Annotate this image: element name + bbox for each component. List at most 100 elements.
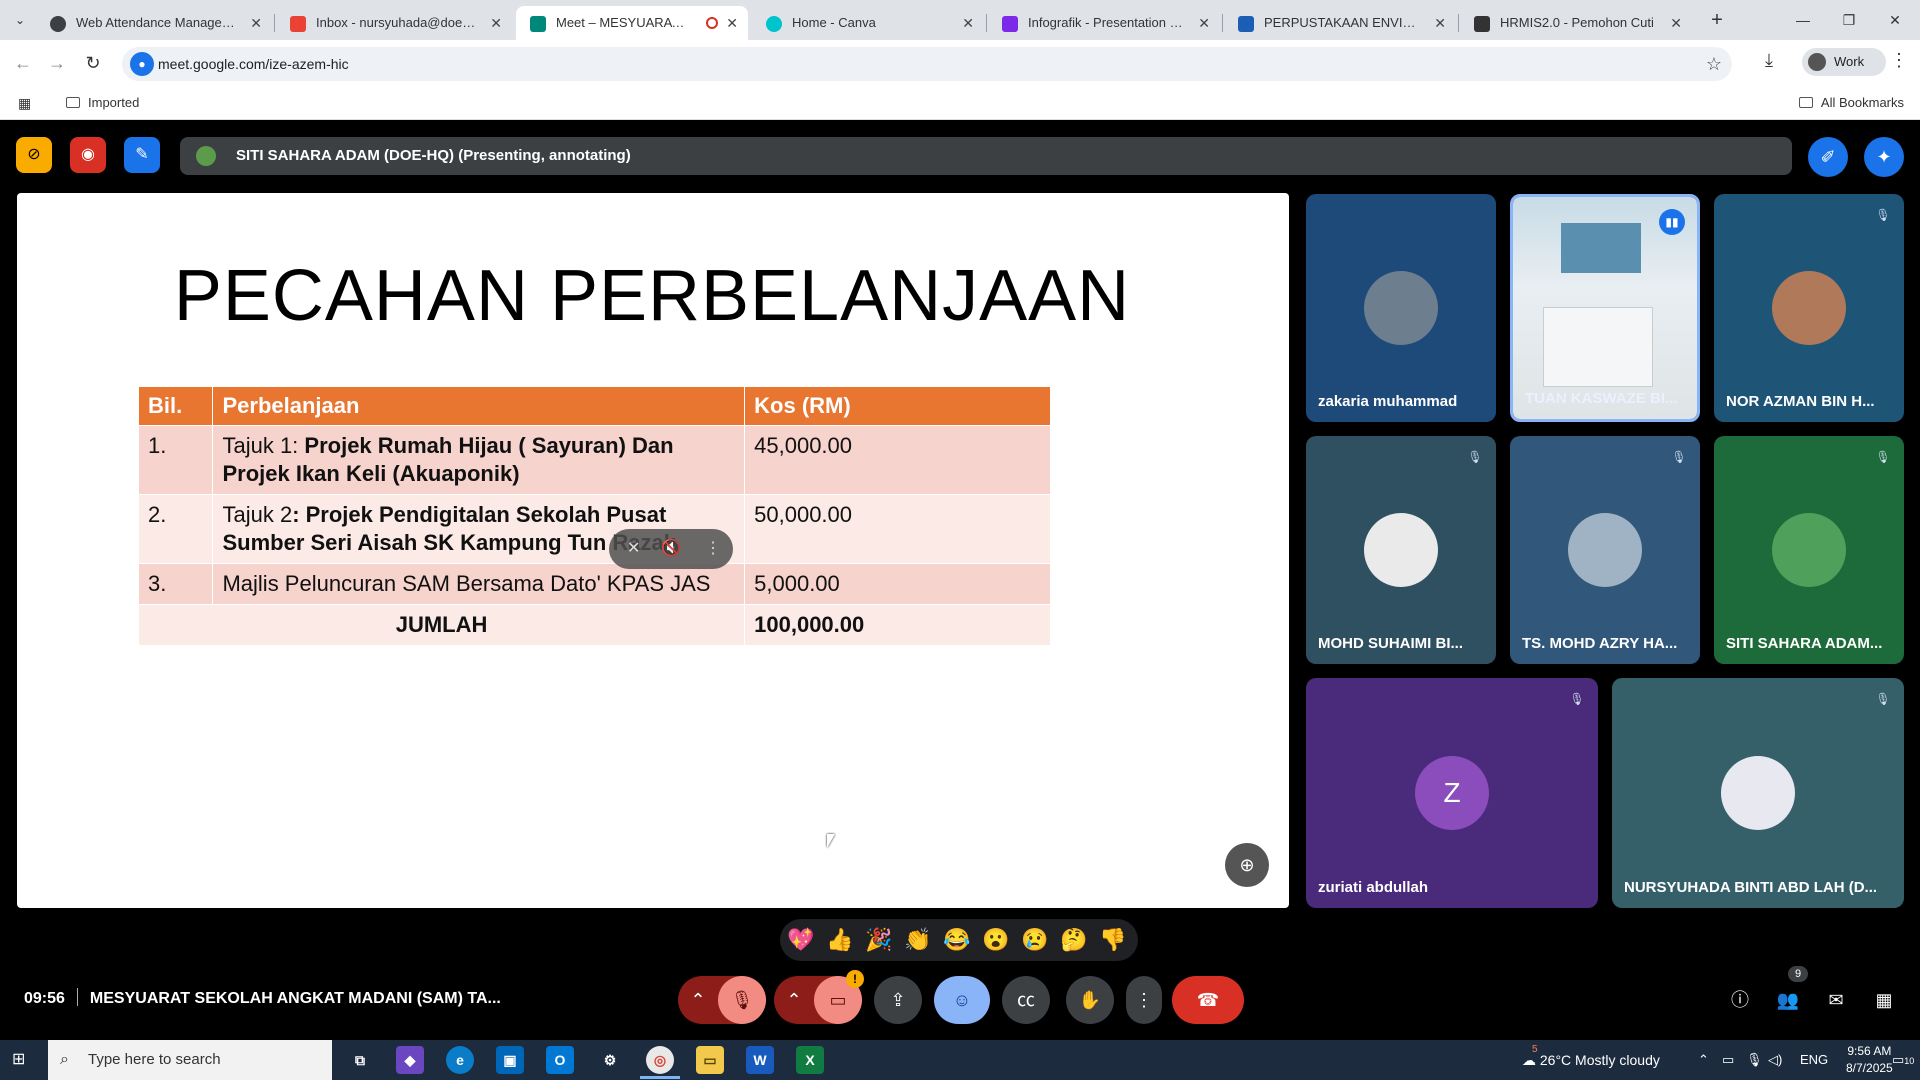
- reaction-thumbs-up[interactable]: 👍: [825, 926, 855, 954]
- more-options-button[interactable]: ⋮: [1126, 976, 1162, 1024]
- reaction-thumbs-down[interactable]: 👎: [1098, 926, 1128, 954]
- forward-button[interactable]: →: [44, 50, 70, 76]
- mute-audio-icon[interactable]: 🔇: [661, 529, 681, 569]
- participant-tile[interactable]: 🎙 Z zuriati abdullah: [1306, 678, 1598, 908]
- annotate-icon[interactable]: ✎: [124, 137, 160, 173]
- participant-tile[interactable]: 🎙 NOR AZMAN BIN H...: [1714, 194, 1904, 422]
- zoom-icon[interactable]: ⊕: [1225, 843, 1269, 887]
- tab-search-chevron-icon[interactable]: ⌄: [8, 8, 32, 32]
- tab-close-icon[interactable]: ✕: [1434, 6, 1446, 40]
- new-tab-button[interactable]: +: [1704, 8, 1730, 34]
- present-screen-button[interactable]: ⇪: [874, 976, 922, 1024]
- unpin-icon[interactable]: ✕: [627, 529, 640, 569]
- bookmark-folder-imported[interactable]: Imported: [66, 95, 139, 110]
- restore-button[interactable]: ❐: [1826, 6, 1872, 34]
- copilot-icon[interactable]: ◆: [396, 1046, 424, 1074]
- people-icon[interactable]: 👥: [1772, 984, 1804, 1016]
- site-icon: [1238, 16, 1254, 32]
- tab-infografik[interactable]: Infografik - Presentation (4:3) ✕: [988, 6, 1220, 40]
- task-view-icon[interactable]: ⧉: [346, 1046, 374, 1074]
- participant-tile[interactable]: 🎙 MOHD SUHAIMI BI...: [1306, 436, 1496, 664]
- notifications-icon[interactable]: ▭10: [1892, 1040, 1914, 1080]
- apps-grid-icon[interactable]: ▦: [18, 95, 31, 112]
- browser-menu-icon[interactable]: ⋮: [1890, 50, 1908, 71]
- network-icon[interactable]: ▭: [1722, 1040, 1734, 1080]
- all-bookmarks-button[interactable]: All Bookmarks: [1798, 95, 1904, 110]
- participant-tile[interactable]: 🎙 SITI SAHARA ADAM...: [1714, 436, 1904, 664]
- pen-icon[interactable]: ✐: [1808, 137, 1848, 177]
- emoji-reactions-button[interactable]: ☺: [934, 976, 990, 1024]
- avatar: [1568, 513, 1642, 587]
- excel-icon[interactable]: X: [796, 1046, 824, 1074]
- gemini-icon[interactable]: ✦: [1864, 137, 1904, 177]
- meet-icon: [530, 16, 546, 32]
- reload-button[interactable]: ↻: [80, 50, 106, 76]
- total-label: JUMLAH: [139, 603, 746, 645]
- record-icon[interactable]: ◉: [70, 137, 106, 173]
- raise-hand-button[interactable]: ✋: [1066, 976, 1114, 1024]
- chrome-icon[interactable]: ◎: [646, 1046, 674, 1074]
- tab-close-icon[interactable]: ✕: [250, 6, 262, 40]
- download-icon[interactable]: ⤓: [1765, 50, 1773, 71]
- taskbar-search-box[interactable]: ⌕ Type here to search: [48, 1040, 332, 1080]
- show-hidden-icons-icon[interactable]: ⌃: [1698, 1040, 1709, 1080]
- tab-close-icon[interactable]: ✕: [1670, 6, 1682, 40]
- tab-web-attendance[interactable]: Web Attendance Management ✕: [36, 6, 272, 40]
- tray-microphone-icon[interactable]: 🎙: [1746, 1040, 1763, 1080]
- activities-icon[interactable]: ▦: [1868, 984, 1900, 1016]
- word-icon[interactable]: W: [746, 1046, 774, 1074]
- profile-button[interactable]: Work: [1802, 48, 1886, 76]
- video-options-chevron-icon[interactable]: ⌃: [774, 976, 814, 1024]
- meeting-title: MESYUARAT SEKOLAH ANGKAT MADANI (SAM) TA…: [89, 990, 501, 1007]
- tab-gmail-inbox[interactable]: Inbox - nursyuhada@doe.gov.my ✕: [276, 6, 512, 40]
- windows-start-icon[interactable]: ⊞: [12, 1050, 32, 1070]
- tab-google-meet[interactable]: Meet – MESYUARAT SEKOLAH ✕: [516, 6, 748, 40]
- mic-off-icon[interactable]: 🎙: [718, 976, 766, 1024]
- reaction-surprised[interactable]: 😮: [981, 926, 1011, 954]
- chat-icon[interactable]: ✉: [1820, 984, 1852, 1016]
- camera-control[interactable]: ⌃ ▭ !: [774, 970, 864, 1024]
- tab-close-icon[interactable]: ✕: [962, 6, 974, 40]
- participant-tile-speaking[interactable]: ▮▮ TUAN KASWAZE BI...: [1510, 194, 1700, 422]
- participant-tile[interactable]: zakaria muhammad: [1306, 194, 1496, 422]
- participant-tile[interactable]: 🎙 TS. MOHD AZRY HA...: [1510, 436, 1700, 664]
- weather-widget[interactable]: ☁ 5 26°C Mostly cloudy: [1522, 1040, 1660, 1080]
- stop-presenting-icon[interactable]: ⊘: [16, 137, 52, 173]
- bookmark-star-icon[interactable]: ☆: [1706, 47, 1722, 81]
- edge-icon[interactable]: e: [446, 1046, 474, 1074]
- outlook-icon[interactable]: O: [546, 1046, 574, 1074]
- tab-close-icon[interactable]: ✕: [490, 6, 502, 40]
- tab-perpustakaan[interactable]: PERPUSTAKAAN ENVIRO DIGITAL ✕: [1224, 6, 1456, 40]
- volume-icon[interactable]: ◁): [1768, 1040, 1782, 1080]
- tab-hrmis[interactable]: HRMIS2.0 - Pemohon Cuti ✕: [1460, 6, 1692, 40]
- meeting-details-icon[interactable]: ⓘ: [1724, 984, 1756, 1016]
- file-explorer-icon[interactable]: ▭: [696, 1046, 724, 1074]
- captions-button[interactable]: ㏄: [1002, 976, 1050, 1024]
- back-button[interactable]: ←: [10, 50, 36, 76]
- store-icon[interactable]: ▣: [496, 1046, 524, 1074]
- tab-close-icon[interactable]: ✕: [1198, 6, 1210, 40]
- tab-close-icon[interactable]: ✕: [726, 6, 738, 40]
- row-number: 3.: [139, 562, 214, 604]
- close-window-button[interactable]: ✕: [1872, 6, 1918, 34]
- mouse-cursor: [827, 834, 835, 848]
- reaction-clap[interactable]: 👏: [903, 926, 933, 954]
- address-bar[interactable]: ● meet.google.com/ize-azem-hic ☆: [122, 47, 1732, 81]
- participant-tile[interactable]: 🎙 NURSYUHADA BINTI ABD LAH (D...: [1612, 678, 1904, 908]
- reaction-sad[interactable]: 😢: [1020, 926, 1050, 954]
- settings-icon[interactable]: ⚙: [596, 1046, 624, 1074]
- warning-badge-icon: !: [846, 970, 864, 988]
- minimize-button[interactable]: —: [1780, 6, 1826, 34]
- microphone-control[interactable]: ⌃ 🎙: [678, 976, 766, 1024]
- reaction-heart[interactable]: 💖: [786, 926, 816, 954]
- system-clock[interactable]: 9:56 AM 8/7/2025: [1846, 1043, 1893, 1077]
- reaction-thinking[interactable]: 🤔: [1059, 926, 1089, 954]
- tab-canva-home[interactable]: Home - Canva ✕: [752, 6, 984, 40]
- audio-options-chevron-icon[interactable]: ⌃: [678, 976, 718, 1024]
- microphone-icon[interactable]: ●: [130, 52, 154, 76]
- leave-call-button[interactable]: ☎: [1172, 976, 1244, 1024]
- more-options-icon[interactable]: ⋮: [705, 529, 721, 569]
- reaction-party[interactable]: 🎉: [864, 926, 894, 954]
- reaction-laugh[interactable]: 😂: [942, 926, 972, 954]
- input-language[interactable]: ENG: [1800, 1040, 1828, 1080]
